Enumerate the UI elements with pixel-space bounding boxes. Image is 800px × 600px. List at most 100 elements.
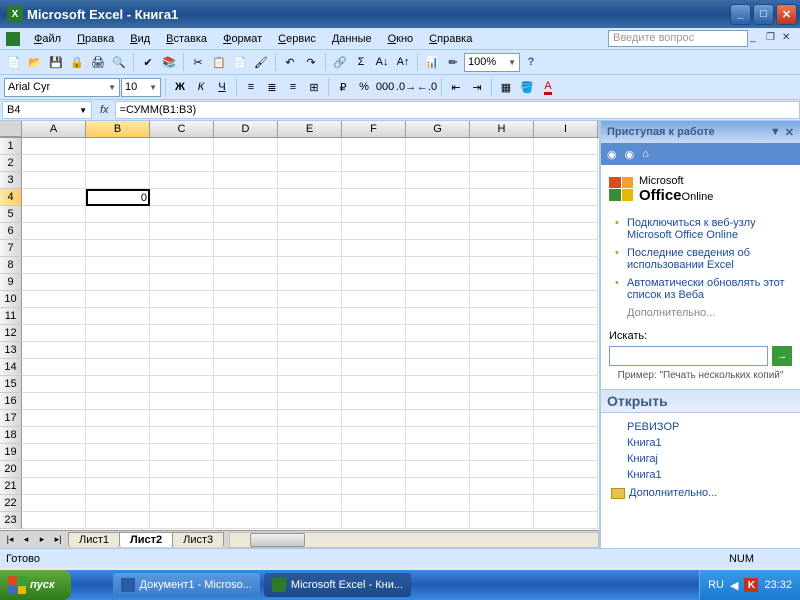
cell-F4[interactable] <box>342 189 406 206</box>
cell-A10[interactable] <box>22 291 86 308</box>
horizontal-scrollbar[interactable] <box>229 532 599 548</box>
cell-C14[interactable] <box>150 359 214 376</box>
cell-D6[interactable] <box>214 223 278 240</box>
cell-D19[interactable] <box>214 444 278 461</box>
menu-Формат[interactable]: Формат <box>215 30 270 48</box>
taskpane-link[interactable]: Автоматически обновлять этот список из В… <box>615 274 792 304</box>
menu-Данные[interactable]: Данные <box>324 30 380 48</box>
format-painter-button[interactable]: 🖌 <box>251 52 271 72</box>
formula-input[interactable]: =СУММ(B1:B3) <box>115 101 800 119</box>
row-header-7[interactable]: 7 <box>0 240 22 257</box>
cell-B3[interactable] <box>86 172 150 189</box>
cell-A22[interactable] <box>22 495 86 512</box>
new-doc-button[interactable]: 📄 <box>4 52 24 72</box>
cell-F12[interactable] <box>342 325 406 342</box>
cell-B11[interactable] <box>86 308 150 325</box>
hyperlink-button[interactable]: 🔗 <box>330 52 350 72</box>
cell-E1[interactable] <box>278 138 342 155</box>
font-color-button[interactable]: A <box>538 77 558 97</box>
cell-H19[interactable] <box>470 444 534 461</box>
cell-C21[interactable] <box>150 478 214 495</box>
cell-H12[interactable] <box>470 325 534 342</box>
bold-button[interactable]: Ж <box>170 77 190 97</box>
cell-A9[interactable] <box>22 274 86 291</box>
cell-H13[interactable] <box>470 342 534 359</box>
cell-C20[interactable] <box>150 461 214 478</box>
taskbar-item-word[interactable]: Документ1 - Microso... <box>113 573 260 597</box>
sort-asc-button[interactable]: A↓ <box>372 52 392 72</box>
cell-G1[interactable] <box>406 138 470 155</box>
cell-D2[interactable] <box>214 155 278 172</box>
cell-B18[interactable] <box>86 427 150 444</box>
cell-E10[interactable] <box>278 291 342 308</box>
cell-I4[interactable] <box>534 189 598 206</box>
cell-F3[interactable] <box>342 172 406 189</box>
cell-F8[interactable] <box>342 257 406 274</box>
cell-B4[interactable]: 0 <box>86 189 150 206</box>
cell-H9[interactable] <box>470 274 534 291</box>
cell-B8[interactable] <box>86 257 150 274</box>
undo-button[interactable]: ↶ <box>280 52 300 72</box>
row-header-12[interactable]: 12 <box>0 325 22 342</box>
taskbar-item-excel[interactable]: Microsoft Excel - Кни... <box>264 573 411 597</box>
cell-I23[interactable] <box>534 512 598 529</box>
cell-A7[interactable] <box>22 240 86 257</box>
cell-B7[interactable] <box>86 240 150 257</box>
row-header-13[interactable]: 13 <box>0 342 22 359</box>
cell-B5[interactable] <box>86 206 150 223</box>
cell-A3[interactable] <box>22 172 86 189</box>
cell-F17[interactable] <box>342 410 406 427</box>
cell-I11[interactable] <box>534 308 598 325</box>
menu-Справка[interactable]: Справка <box>421 30 480 48</box>
cell-D1[interactable] <box>214 138 278 155</box>
cell-B23[interactable] <box>86 512 150 529</box>
cell-B22[interactable] <box>86 495 150 512</box>
kaspersky-icon[interactable]: K <box>744 578 758 592</box>
cell-D9[interactable] <box>214 274 278 291</box>
drawing-button[interactable]: ✏ <box>443 52 463 72</box>
merge-center-button[interactable]: ⊞ <box>304 77 324 97</box>
column-header-A[interactable]: A <box>22 121 86 137</box>
cell-G21[interactable] <box>406 478 470 495</box>
cell-A4[interactable] <box>22 189 86 206</box>
taskpane-dropdown-icon[interactable]: ▼ <box>770 126 781 139</box>
cell-H22[interactable] <box>470 495 534 512</box>
cell-E3[interactable] <box>278 172 342 189</box>
cell-D22[interactable] <box>214 495 278 512</box>
cell-A16[interactable] <box>22 393 86 410</box>
cell-I7[interactable] <box>534 240 598 257</box>
cell-B1[interactable] <box>86 138 150 155</box>
cell-C4[interactable] <box>150 189 214 206</box>
cell-D17[interactable] <box>214 410 278 427</box>
tab-nav-last[interactable]: ▸| <box>50 534 66 545</box>
column-header-F[interactable]: F <box>342 121 406 137</box>
cell-C2[interactable] <box>150 155 214 172</box>
cell-E19[interactable] <box>278 444 342 461</box>
cell-E16[interactable] <box>278 393 342 410</box>
mdi-restore-button[interactable]: ❐ <box>766 32 780 46</box>
cell-F20[interactable] <box>342 461 406 478</box>
home-icon[interactable]: ⌂ <box>642 148 649 160</box>
cell-A15[interactable] <box>22 376 86 393</box>
cell-I8[interactable] <box>534 257 598 274</box>
cell-A5[interactable] <box>22 206 86 223</box>
cell-A18[interactable] <box>22 427 86 444</box>
cell-B19[interactable] <box>86 444 150 461</box>
row-header-8[interactable]: 8 <box>0 257 22 274</box>
cell-D16[interactable] <box>214 393 278 410</box>
open-button[interactable]: 📂 <box>25 52 45 72</box>
cell-A14[interactable] <box>22 359 86 376</box>
tab-nav-next[interactable]: ▸ <box>34 534 50 545</box>
print-button[interactable]: 🖨 <box>88 52 108 72</box>
research-button[interactable]: 📚 <box>159 52 179 72</box>
taskpane-close-icon[interactable]: ✕ <box>785 126 794 139</box>
cell-E7[interactable] <box>278 240 342 257</box>
cell-C22[interactable] <box>150 495 214 512</box>
cell-B16[interactable] <box>86 393 150 410</box>
cell-C17[interactable] <box>150 410 214 427</box>
cell-I2[interactable] <box>534 155 598 172</box>
cell-C3[interactable] <box>150 172 214 189</box>
cell-A20[interactable] <box>22 461 86 478</box>
cell-E14[interactable] <box>278 359 342 376</box>
cell-A21[interactable] <box>22 478 86 495</box>
